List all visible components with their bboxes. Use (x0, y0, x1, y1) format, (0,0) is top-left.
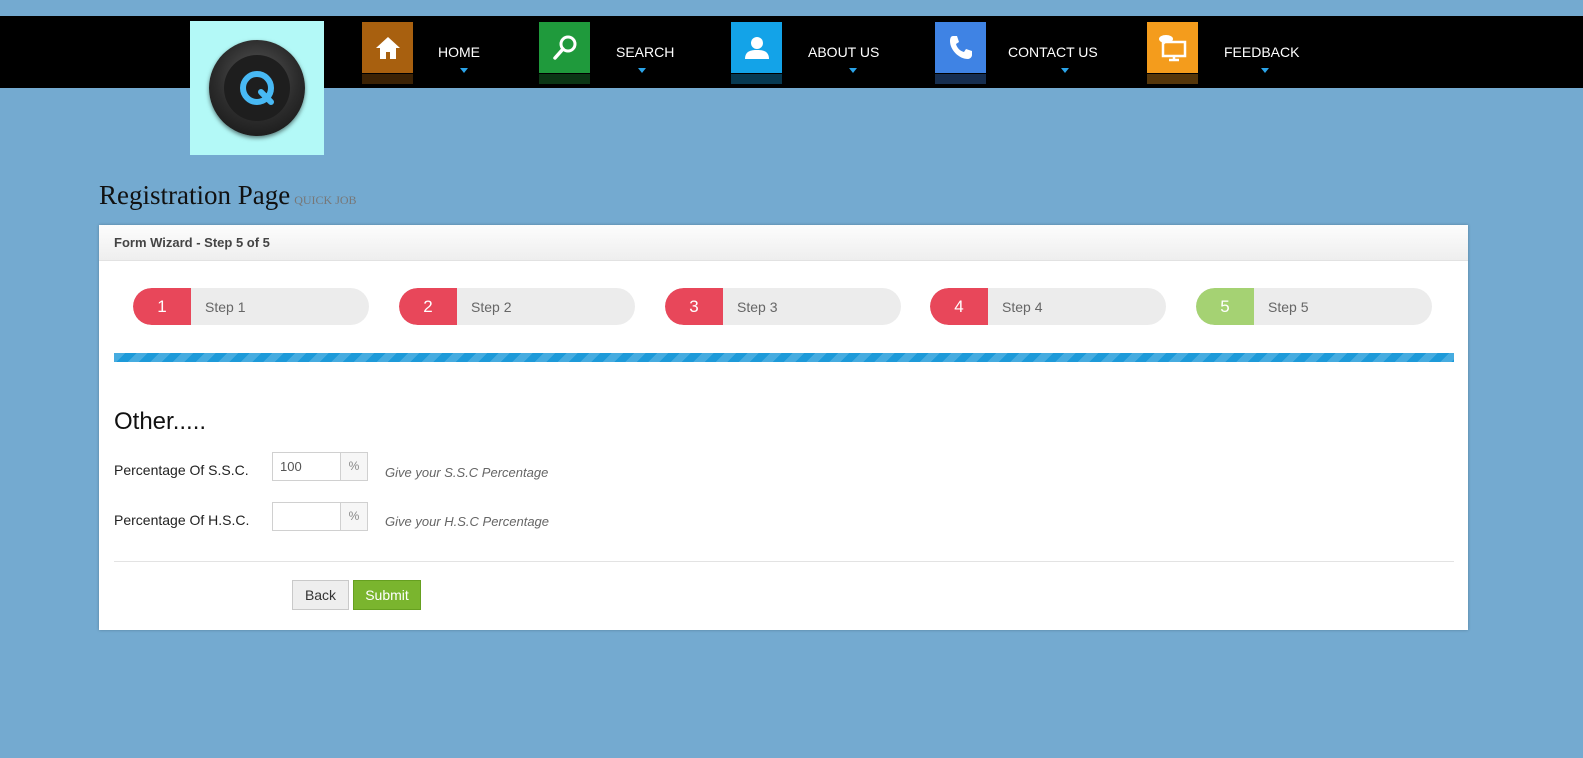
logo-q-icon (224, 55, 290, 121)
ssc-percentage-label: Percentage Of S.S.C. (114, 462, 249, 478)
phone-icon (935, 22, 986, 73)
step-number-badge: 2 (399, 288, 457, 325)
step-label: Step 5 (1268, 299, 1309, 315)
chevron-down-icon (1061, 68, 1069, 73)
wizard-step-2[interactable]: 2 Step 2 (399, 288, 635, 325)
page-subtitle: QUICK JOB (294, 193, 357, 207)
step-label: Step 1 (205, 299, 246, 315)
section-title: Other..... (114, 408, 207, 435)
hsc-percentage-input[interactable] (272, 502, 341, 531)
step-number-badge: 5 (1196, 288, 1254, 325)
step-label: Step 4 (1002, 299, 1043, 315)
step-label: Step 2 (471, 299, 512, 315)
nav-label-about-us: ABOUT US (808, 44, 880, 60)
chevron-down-icon (638, 68, 646, 73)
percent-addon: % (341, 502, 368, 531)
home-icon (362, 22, 413, 73)
back-button[interactable]: Back (292, 580, 349, 610)
wizard-step-3[interactable]: 3 Step 3 (665, 288, 901, 325)
search-tile-reflection (539, 74, 590, 84)
nav-label-feedback: FEEDBACK (1224, 44, 1300, 60)
wizard-progress-bar (114, 353, 1454, 362)
hsc-percentage-label: Percentage Of H.S.C. (114, 512, 250, 528)
logo-ring (209, 40, 305, 136)
form-divider (114, 561, 1454, 562)
hsc-help-text: Give your H.S.C Percentage (385, 514, 550, 529)
step-number-badge: 1 (133, 288, 191, 325)
page-title: Registration Page QUICK JOB (99, 180, 357, 211)
chevron-down-icon (1261, 68, 1269, 73)
wizard-step-1[interactable]: 1 Step 1 (133, 288, 369, 325)
wizard-step-4[interactable]: 4 Step 4 (930, 288, 1166, 325)
form-wizard-panel: Form Wizard - Step 5 of 5 1 Step 1 2 Ste… (99, 225, 1468, 630)
step-label: Step 3 (737, 299, 778, 315)
chevron-down-icon (460, 68, 468, 73)
site-logo[interactable] (190, 21, 324, 155)
search-icon (539, 22, 590, 73)
contact-tile-reflection (935, 74, 986, 84)
about-tile-reflection (731, 74, 782, 84)
ssc-percentage-input[interactable] (272, 452, 341, 481)
submit-button[interactable]: Submit (353, 580, 421, 610)
percent-addon: % (341, 452, 368, 481)
nav-label-contact-us: CONTACT US (1008, 44, 1098, 60)
step-number-badge: 4 (930, 288, 988, 325)
user-icon (731, 22, 782, 73)
wizard-step-5[interactable]: 5 Step 5 (1196, 288, 1432, 325)
ssc-help-text: Give your S.S.C Percentage (385, 465, 549, 480)
nav-label-home: HOME (438, 44, 480, 60)
feedback-tile-reflection (1147, 74, 1198, 84)
wizard-header: Form Wizard - Step 5 of 5 (99, 225, 1468, 261)
chevron-down-icon (849, 68, 857, 73)
page-title-text: Registration Page (99, 180, 291, 210)
step-number-badge: 3 (665, 288, 723, 325)
monitor-chat-icon (1147, 22, 1198, 73)
home-tile-reflection (362, 74, 413, 84)
nav-label-search: SEARCH (616, 44, 675, 60)
